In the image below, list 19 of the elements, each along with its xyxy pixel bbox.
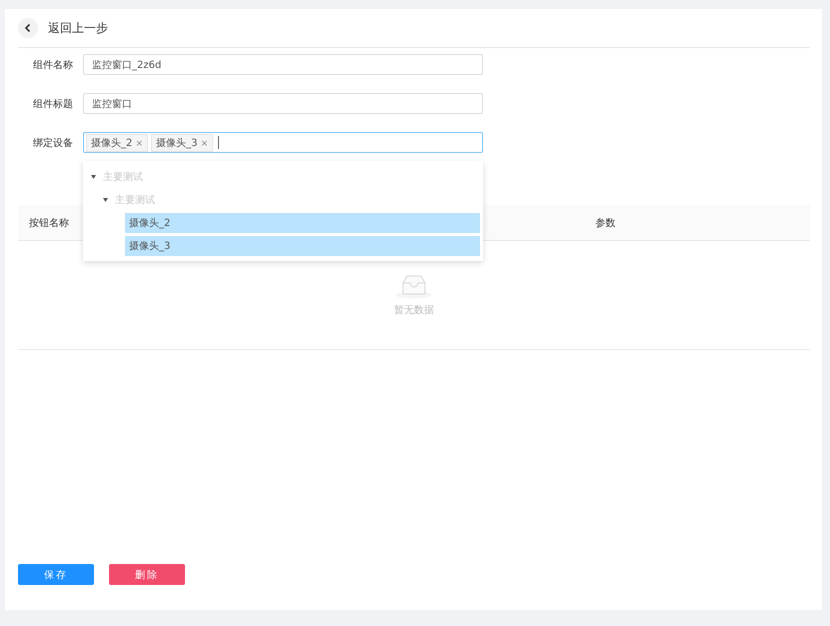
device-select-field[interactable]: 摄像头_2 × 摄像头_3 × bbox=[83, 132, 483, 153]
field-label: 组件名称 bbox=[33, 58, 74, 72]
field-label: 绑定设备 bbox=[33, 136, 74, 150]
tag-close[interactable]: × bbox=[136, 138, 144, 148]
delete-button[interactable]: 删除 bbox=[109, 564, 185, 585]
input-field[interactable]: 监控窗口_2z6d bbox=[83, 54, 483, 75]
column-header: 按钮名称 bbox=[29, 218, 69, 228]
tag-close[interactable]: × bbox=[200, 138, 208, 148]
back-label[interactable]: 返回上一步 bbox=[48, 20, 108, 36]
device-tag: 摄像头_3 × bbox=[151, 134, 214, 152]
save-button[interactable]: 保存 bbox=[18, 564, 94, 585]
text-cursor bbox=[218, 136, 220, 149]
back-icon[interactable] bbox=[18, 18, 38, 38]
input-field[interactable]: 监控窗口 bbox=[83, 93, 483, 114]
empty-text: 暂无数据 bbox=[394, 304, 434, 317]
field-label: 组件标题 bbox=[33, 98, 74, 110]
device-tag: 摄像头_2 × bbox=[86, 134, 148, 152]
empty-inbox-icon bbox=[395, 273, 433, 299]
column-header: 参数 bbox=[596, 218, 616, 228]
